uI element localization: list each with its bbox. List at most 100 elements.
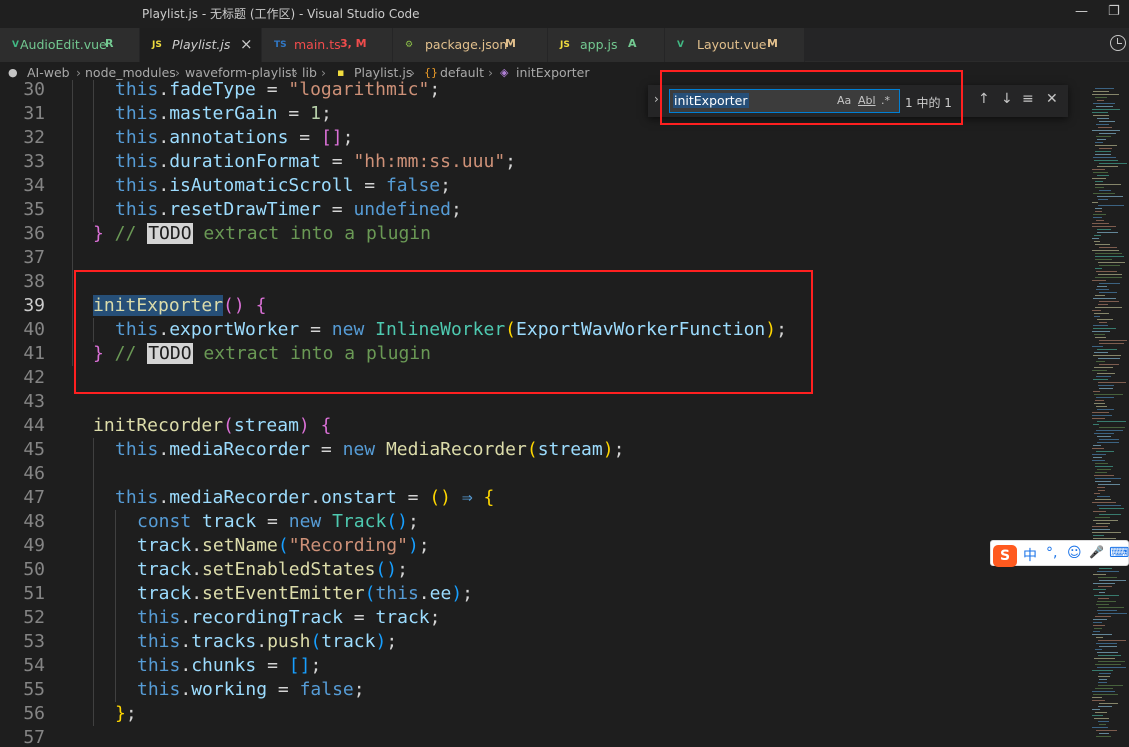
code-text: this.mediaRecorder.onstart = () ⇒ { [115, 487, 495, 508]
code-line[interactable]: 46 [0, 462, 1090, 486]
ime-keyboard-icon[interactable]: ⌨ [1109, 545, 1129, 561]
ime-microphone-icon[interactable]: 🎤 [1089, 545, 1104, 559]
code-line[interactable]: 53 this.tracks.push(track); [0, 630, 1090, 654]
match-case-button[interactable]: Aa [837, 94, 851, 107]
minimap-line [1095, 142, 1103, 143]
code-line[interactable]: 50 track.setEnabledStates(); [0, 558, 1090, 582]
minimap-line [1094, 367, 1113, 368]
close-find-icon[interactable]: ✕ [1046, 91, 1058, 107]
regex-button[interactable]: .* [881, 94, 890, 107]
minimap-line [1098, 274, 1122, 275]
tab-playlist-js[interactable]: JS Playlist.js × [140, 28, 262, 62]
code-line[interactable]: 40 this.exportWorker = new InlineWorker(E… [0, 318, 1090, 342]
minimap-line [1098, 385, 1114, 386]
minimap-line [1095, 616, 1111, 617]
breadcrumb-folder-1[interactable]: node_modules [85, 65, 176, 80]
breadcrumb-folder-0[interactable]: AI-web [27, 65, 70, 80]
minimap-line [1094, 160, 1118, 161]
minimap-line [1094, 433, 1114, 434]
minimap-line [1095, 481, 1111, 482]
history-icon[interactable] [1110, 35, 1126, 51]
code-line[interactable]: 38 [0, 270, 1090, 294]
line-number: 30 [23, 80, 45, 100]
minimap-line [1097, 319, 1113, 320]
code-text: this.recordingTrack = track; [137, 607, 441, 628]
minimize-button[interactable]: — [1075, 4, 1088, 19]
previous-match-arrow-icon[interactable]: ↑ [978, 91, 990, 107]
tab-app-js[interactable]: JS app.js A [548, 28, 665, 62]
minimap-line [1096, 523, 1110, 524]
tab-label: AudioEdit.vue [20, 37, 107, 52]
code-line[interactable]: 32 this.annotations = []; [0, 126, 1090, 150]
ime-toolbar[interactable]: S 中 °, ☺ 🎤 ⌨ [990, 540, 1129, 567]
line-number: 41 [23, 343, 45, 364]
git-status-badge: 3, M [340, 37, 367, 50]
breadcrumb-symbol-default-5[interactable]: default [440, 65, 484, 80]
minimap-line [1093, 217, 1102, 218]
code-line[interactable]: 35 this.resetDrawTimer = undefined; [0, 198, 1090, 222]
minimap-line [1096, 643, 1117, 644]
close-tab-icon[interactable]: × [240, 35, 253, 53]
minimap-line [1097, 469, 1111, 470]
ime-chinese-mode[interactable]: 中 [1023, 545, 1037, 565]
minimap-line [1092, 532, 1121, 533]
code-line[interactable]: 54 this.chunks = []; [0, 654, 1090, 678]
code-line[interactable]: 36} // TODO extract into a plugin [0, 222, 1090, 246]
code-line[interactable]: 48 const track = new Track(); [0, 510, 1090, 534]
tab-layout-vue[interactable]: V Layout.vue M [665, 28, 805, 62]
code-line[interactable]: 57 [0, 726, 1090, 747]
code-line[interactable]: 49 track.setName("Recording"); [0, 534, 1090, 558]
minimap-line [1098, 613, 1127, 614]
minimap-line [1099, 364, 1119, 365]
code-line[interactable]: 43 [0, 390, 1090, 414]
code-line[interactable]: 44 initRecorder(stream) { [0, 414, 1090, 438]
code-line[interactable]: 52 this.recordingTrack = track; [0, 606, 1090, 630]
tab-package-json[interactable]: ⚙ package.json M [393, 28, 548, 62]
whole-word-button[interactable]: Abl [858, 94, 876, 107]
minimap-line [1095, 88, 1114, 89]
breadcrumb-separator: › [488, 65, 493, 80]
code-line[interactable]: 51 track.setEventEmitter(this.ee); [0, 582, 1090, 606]
minimap[interactable] [1090, 84, 1129, 747]
code-text: track.setName("Recording"); [137, 535, 430, 556]
code-line[interactable]: 37 [0, 246, 1090, 270]
code-line[interactable]: 55 this.working = false; [0, 678, 1090, 702]
toggle-replace-chevron-icon[interactable]: › [654, 92, 659, 106]
find-input[interactable]: initExporter Aa Abl .* [669, 89, 900, 113]
minimap-line [1093, 574, 1106, 575]
minimap-line [1096, 736, 1111, 737]
ime-punctuation[interactable]: °, [1046, 545, 1057, 561]
minimap-line [1095, 472, 1107, 473]
find-in-selection-icon[interactable]: ≡ [1022, 91, 1034, 107]
code-line[interactable]: 47 this.mediaRecorder.onstart = () ⇒ { [0, 486, 1090, 510]
minimap-line [1099, 724, 1106, 725]
code-line[interactable]: 56}; [0, 702, 1090, 726]
minimap-line [1093, 535, 1104, 536]
breadcrumb-folder-3[interactable]: lib [302, 65, 317, 80]
code-text: this.isAutomaticScroll = false; [115, 175, 451, 196]
code-line[interactable]: 39 initExporter() { [0, 294, 1090, 318]
vue-icon: V [677, 40, 684, 50]
minimap-line [1092, 178, 1106, 179]
code-text: this.durationFormat = "hh:mm:ss.uuu"; [115, 151, 516, 172]
code-line[interactable]: 34 this.isAutomaticScroll = false; [0, 174, 1090, 198]
code-line[interactable]: 41} // TODO extract into a plugin [0, 342, 1090, 366]
tab-audioedit-vue[interactable]: V AudioEdit.vue R [0, 28, 140, 62]
line-number: 45 [23, 439, 45, 460]
restore-button[interactable]: ❐ [1108, 4, 1120, 19]
code-line[interactable]: 42 [0, 366, 1090, 390]
code-line[interactable]: 45 this.mediaRecorder = new MediaRecorder… [0, 438, 1090, 462]
code-line[interactable]: 33 this.durationFormat = "hh:mm:ss.uuu"; [0, 150, 1090, 174]
breadcrumb-folder-2[interactable]: waveform-playlist [185, 65, 296, 80]
ime-emoji-icon[interactable]: ☺ [1067, 545, 1082, 561]
code-editor[interactable]: 30 this.fadeType = "logarithmic"; 31 this.m… [0, 80, 1090, 747]
breadcrumb-file-4[interactable]: Playlist.js [354, 65, 412, 80]
minimap-line [1098, 682, 1107, 683]
next-match-arrow-icon[interactable]: ↓ [1001, 91, 1013, 107]
tab-main-ts[interactable]: TS main.ts 3, M [262, 28, 393, 62]
code-text: }; [115, 703, 137, 724]
tab-label: app.js [580, 37, 618, 52]
git-status-badge: M [505, 37, 516, 50]
breadcrumb-symbol-method-6[interactable]: initExporter [516, 65, 590, 80]
minimap-line [1095, 295, 1105, 296]
